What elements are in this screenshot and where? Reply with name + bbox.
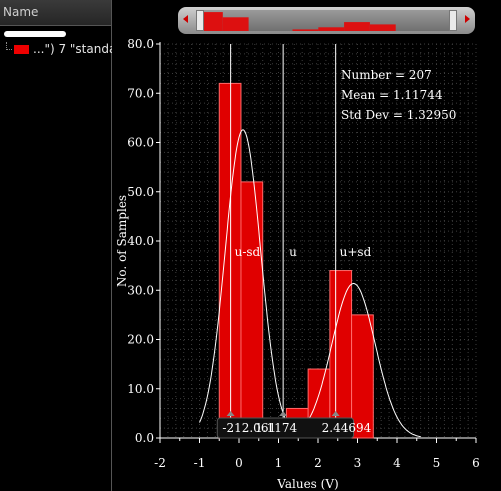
marker-readout: 2.44694: [322, 421, 372, 435]
y-tick-label: 40.0: [127, 234, 154, 248]
x-tick-label: -1: [194, 456, 206, 470]
y-tick-label: 50.0: [127, 185, 154, 199]
histogram-chart: 0.0 10.0 20.0 30.0 40.0 50.0 60.0 70.0 80.0 -2 -1 0…: [115, 37, 480, 491]
histogram-bar: [329, 270, 353, 439]
y-tick-label: 80.0: [127, 37, 154, 51]
x-tick-label: 4: [393, 456, 401, 470]
x-tick-label: 3: [354, 456, 362, 470]
histogram-bar: [351, 314, 374, 439]
marker-label-u+sd: u+sd: [340, 245, 372, 259]
x-tick-label: 1: [275, 456, 283, 470]
x-tick-label: 0: [235, 456, 243, 470]
histogram-bar: [240, 181, 264, 439]
x-tick-label: 5: [433, 456, 441, 470]
marker-label-u-sd: u-sd: [235, 245, 261, 259]
y-tick-label: 30.0: [127, 283, 154, 297]
y-tick-label: 0.0: [135, 431, 154, 445]
y-tick-label: 70.0: [127, 86, 154, 100]
x-tick-label: -2: [154, 456, 166, 470]
marker-label-u: u: [289, 245, 297, 259]
stats-line: Number = 207: [341, 68, 432, 82]
x-tick-label: 2: [314, 456, 322, 470]
x-axis-title: Values (V): [276, 477, 338, 491]
y-tick-label: 60.0: [127, 136, 154, 150]
histogram-bar: [218, 82, 242, 439]
stats-line: Std Dev = 1.32950: [341, 108, 456, 122]
y-tick-label: 20.0: [127, 333, 154, 347]
y-tick-label: 10.0: [127, 382, 154, 396]
stats-line: Mean = 1.11744: [341, 88, 443, 102]
marker-readout: 1.1174: [255, 421, 297, 435]
y-axis-title: No. of Samples: [115, 195, 129, 287]
x-tick-label: 6: [472, 456, 480, 470]
